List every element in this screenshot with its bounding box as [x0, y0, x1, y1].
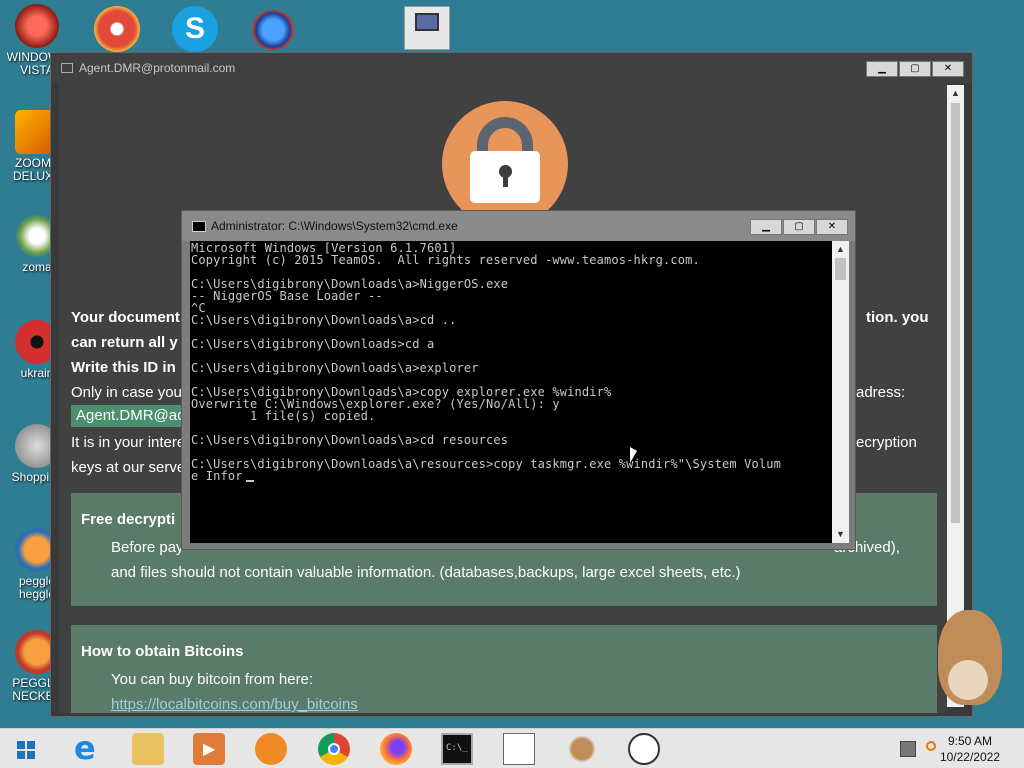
- scroll-thumb[interactable]: [835, 258, 846, 280]
- taskbar-media-player[interactable]: ▶: [193, 733, 225, 765]
- ransom-text-can-return: can return all y: [71, 334, 178, 351]
- scroll-up-arrow-icon[interactable]: ▲: [832, 241, 849, 258]
- cmd-icon: C:\_: [446, 743, 468, 753]
- minimize-button[interactable]: ▁: [866, 61, 898, 77]
- email-id-box[interactable]: Agent.DMR@aol: [71, 405, 181, 427]
- maximize-button[interactable]: ▢: [899, 61, 931, 77]
- close-button[interactable]: ✕: [816, 219, 848, 235]
- taskbar-ransom-app[interactable]: [503, 733, 535, 765]
- tray-search-icon[interactable]: [924, 741, 940, 757]
- cmd-output: Microsoft Windows [Version 6.1.7601] Cop…: [191, 241, 781, 483]
- tray-network-icon[interactable]: [900, 741, 916, 757]
- taskbar-internet-explorer[interactable]: e: [70, 729, 102, 767]
- lock-icon: [442, 101, 568, 227]
- maximize-button[interactable]: ▢: [783, 219, 815, 235]
- taskbar-cmd[interactable]: C:\_: [441, 733, 473, 765]
- ransom-text-only-in-case: Only in case you: [71, 384, 182, 401]
- desktop-icon-globe[interactable]: [250, 10, 296, 50]
- taskbar: e ▶ C:\_ 9:50 AM 10/22/2022: [0, 728, 1024, 768]
- cmd-app-icon: [192, 220, 206, 232]
- ransom-window-title: Agent.DMR@protonmail.com: [79, 61, 236, 75]
- desktop-icon-computer[interactable]: [404, 6, 450, 50]
- scroll-up-arrow-icon[interactable]: ▲: [947, 85, 964, 102]
- desktop-icon-peggle-top[interactable]: [94, 6, 140, 52]
- text-cursor: [246, 480, 254, 482]
- start-button[interactable]: [10, 733, 42, 765]
- panel-heading: Free decrypti: [81, 511, 176, 528]
- taskbar-file-explorer[interactable]: [132, 733, 164, 765]
- clock-date: 10/22/2022: [939, 750, 1000, 764]
- hamster-image: [938, 610, 1002, 705]
- ransom-text-documents: Your document: [71, 309, 180, 326]
- taskbar-clock-app[interactable]: [628, 733, 660, 765]
- search-icon: [926, 741, 936, 751]
- window-app-icon: [61, 63, 73, 73]
- ransom-text-interest-end: ecryption: [856, 434, 917, 451]
- clock-time: 9:50 AM: [947, 734, 992, 748]
- ransom-text-interest: It is in your intere: [71, 434, 186, 451]
- windows-vista-icon: [15, 4, 59, 48]
- ransom-window-titlebar[interactable]: Agent.DMR@protonmail.com: [51, 53, 972, 83]
- panel-text: Before pay: [111, 539, 184, 556]
- minimize-button[interactable]: ▁: [750, 219, 782, 235]
- panel-text: and files should not contain valuable in…: [111, 564, 741, 581]
- bitcoin-panel: How to obtain Bitcoins You can buy bitco…: [71, 625, 937, 713]
- taskbar-uc-browser[interactable]: [255, 733, 287, 765]
- play-icon: ▶: [203, 739, 216, 758]
- desktop-icon-skype[interactable]: S: [172, 6, 218, 52]
- ransom-text-only-in-case-end: adress:: [856, 384, 906, 401]
- ransom-text-keys: keys at our serve: [71, 459, 186, 476]
- ransom-text-documents-end: tion. you: [866, 309, 929, 326]
- cmd-console[interactable]: Microsoft Windows [Version 6.1.7601] Cop…: [190, 241, 849, 543]
- chrome-icon: [328, 743, 340, 755]
- taskbar-clock[interactable]: 9:50 AM 10/22/2022: [940, 733, 1000, 765]
- taskbar-hamster[interactable]: [566, 733, 598, 765]
- internet-explorer-icon: e: [74, 729, 96, 767]
- cmd-scrollbar[interactable]: ▲ ▼: [832, 241, 849, 543]
- cmd-window-title: Administrator: C:\Windows\System32\cmd.e…: [211, 219, 458, 233]
- skype-icon: S: [184, 12, 205, 45]
- scroll-down-arrow-icon[interactable]: ▼: [832, 526, 849, 543]
- panel-text: You can buy bitcoin from here:: [111, 671, 314, 688]
- taskbar-firefox[interactable]: [380, 733, 412, 765]
- close-button[interactable]: ✕: [932, 61, 964, 77]
- panel-heading: How to obtain Bitcoins: [81, 643, 244, 660]
- windows-logo-icon: [17, 741, 35, 759]
- mouse-pointer-icon: [630, 447, 637, 463]
- ransom-text-write-id: Write this ID in: [71, 359, 176, 376]
- taskbar-chrome[interactable]: [318, 733, 350, 765]
- computer-icon: [415, 13, 439, 31]
- localbitcoins-link[interactable]: https://localbitcoins.com/buy_bitcoins: [111, 696, 358, 713]
- scroll-thumb[interactable]: [951, 103, 960, 523]
- cmd-window[interactable]: Administrator: C:\Windows\System32\cmd.e…: [181, 210, 856, 550]
